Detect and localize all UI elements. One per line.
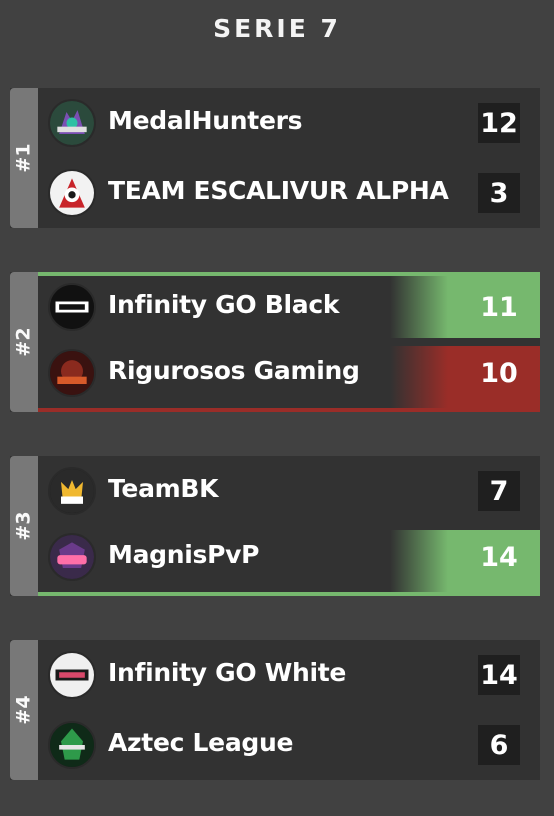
- team-name: MagnisPvP: [108, 540, 260, 569]
- match-card: #2 Infinity GO Black 11 Rigurosos Gaming…: [10, 272, 540, 412]
- team-score: 6: [478, 725, 520, 765]
- team-name: TeamBK: [108, 474, 219, 503]
- team-logo-icon: [48, 349, 96, 397]
- team-name: Infinity GO White: [108, 658, 347, 687]
- team-logo-icon: [48, 283, 96, 331]
- team-score: 14: [480, 541, 518, 573]
- team-row[interactable]: Aztec League 6: [38, 710, 540, 780]
- team-row[interactable]: MagnisPvP 14: [38, 526, 540, 596]
- team-name: Infinity GO Black: [108, 290, 340, 319]
- team-logo-icon: [48, 651, 96, 699]
- seed-label: #4: [10, 640, 38, 780]
- team-row[interactable]: Rigurosos Gaming 10: [38, 342, 540, 412]
- team-score: 3: [478, 173, 520, 213]
- team-row[interactable]: Infinity GO Black 11: [38, 272, 540, 342]
- team-logo-icon: [48, 467, 96, 515]
- team-score: 12: [478, 103, 520, 143]
- team-score: 7: [478, 471, 520, 511]
- team-score: 14: [478, 655, 520, 695]
- match-card: #4 Infinity GO White 14 Aztec League 6: [10, 640, 540, 780]
- team-name: TEAM ESCALIVUR ALPHA: [108, 176, 449, 205]
- seed-label: #2: [10, 272, 38, 412]
- seed-number: #2: [13, 327, 36, 357]
- match-card: #1 MedalHunters 12 TEAM ESCALIVUR ALPHA …: [10, 88, 540, 228]
- seed-number: #4: [13, 695, 36, 725]
- team-row[interactable]: MedalHunters 12: [38, 88, 540, 158]
- team-logo-icon: [48, 169, 96, 217]
- team-score: 10: [480, 357, 518, 389]
- team-name: Rigurosos Gaming: [108, 356, 360, 385]
- seed-number: #1: [13, 143, 36, 173]
- seed-label: #1: [10, 88, 38, 228]
- team-name: MedalHunters: [108, 106, 303, 135]
- team-logo-icon: [48, 533, 96, 581]
- team-logo-icon: [48, 721, 96, 769]
- team-row[interactable]: TEAM ESCALIVUR ALPHA 3: [38, 158, 540, 228]
- page-title: SERIE 7: [213, 14, 341, 43]
- team-score: 11: [480, 291, 518, 323]
- seed-label: #3: [10, 456, 38, 596]
- team-row[interactable]: TeamBK 7: [38, 456, 540, 526]
- team-logo-icon: [48, 99, 96, 147]
- team-name: Aztec League: [108, 728, 294, 757]
- seed-number: #3: [13, 511, 36, 541]
- match-card: #3 TeamBK 7 MagnisPvP 14: [10, 456, 540, 596]
- team-row[interactable]: Infinity GO White 14: [38, 640, 540, 710]
